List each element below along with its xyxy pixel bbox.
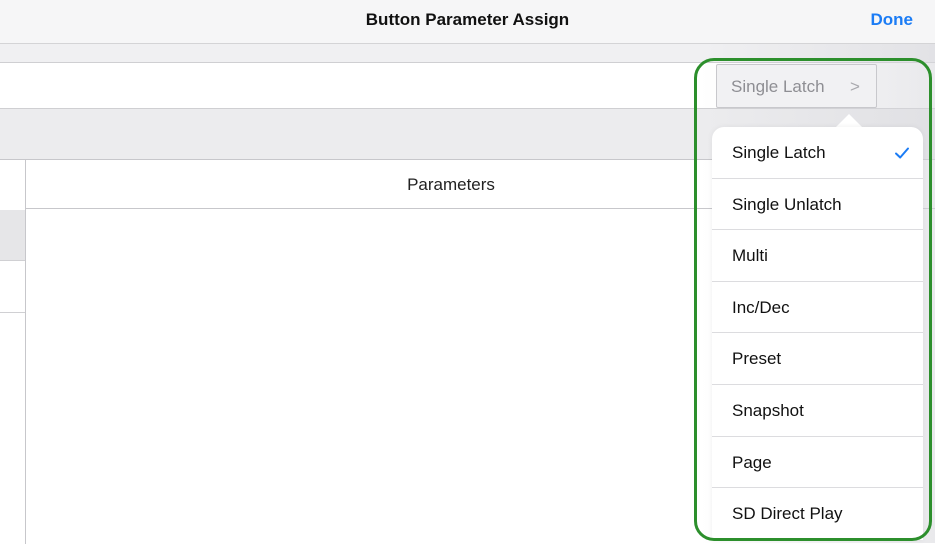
option-inc-dec[interactable]: Inc/Dec	[712, 282, 923, 334]
option-snapshot[interactable]: Snapshot	[712, 385, 923, 437]
chevron-right-icon: >	[850, 77, 860, 96]
option-preset[interactable]: Preset	[712, 333, 923, 385]
mode-popover: Single Latch Single Unlatch Multi Inc/De…	[712, 127, 923, 540]
option-label: Page	[732, 452, 772, 472]
option-label: Snapshot	[732, 400, 804, 420]
option-multi[interactable]: Multi	[712, 230, 923, 282]
option-label: Preset	[732, 349, 782, 369]
mode-select-label: Single Latch	[731, 77, 825, 96]
option-label: Inc/Dec	[732, 297, 790, 317]
row-divider	[0, 260, 25, 261]
option-page[interactable]: Page	[712, 437, 923, 489]
option-single-latch[interactable]: Single Latch	[712, 127, 923, 179]
option-label: Multi	[732, 246, 768, 266]
nav-title: Button Parameter Assign	[365, 10, 570, 29]
option-single-unlatch[interactable]: Single Unlatch	[712, 179, 923, 231]
checkmark-icon	[895, 147, 909, 159]
option-sd-direct-play[interactable]: SD Direct Play	[712, 488, 923, 540]
option-label: Single Latch	[732, 143, 826, 162]
option-label: Single Unlatch	[732, 194, 842, 214]
left-column	[0, 160, 26, 544]
popover-arrow	[836, 114, 862, 127]
mode-select-button[interactable]: Single Latch >	[716, 64, 877, 108]
row-divider	[0, 312, 25, 313]
option-label: SD Direct Play	[732, 504, 843, 524]
left-cell-selected[interactable]	[0, 210, 25, 260]
navigation-bar: Button Parameter Assign Done	[0, 0, 935, 44]
done-button[interactable]: Done	[871, 0, 914, 40]
section-gap	[0, 44, 935, 62]
